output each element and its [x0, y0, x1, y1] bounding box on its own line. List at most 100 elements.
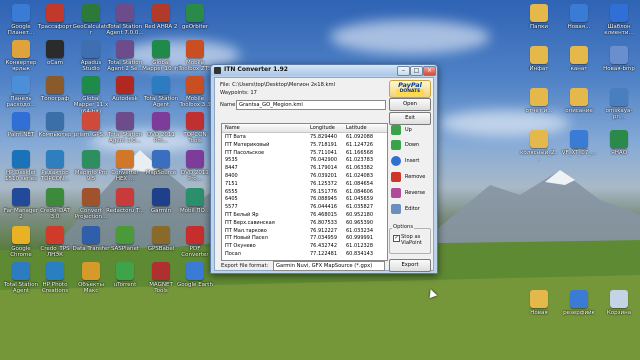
desktop-icon[interactable]: Новая-bmp	[600, 46, 638, 72]
desktop-icon[interactable]: Autodesk	[106, 76, 144, 102]
table-row[interactable]: Посал 77.122481 60.834143	[222, 250, 387, 258]
table-row[interactable]: 8400 76.039201 61.024083	[222, 172, 387, 180]
desktop-icon[interactable]: Mapinfo Pro 9.5	[72, 150, 110, 183]
desktop-icon[interactable]: Новая	[520, 290, 558, 316]
desktop-icon[interactable]: Data Transfer	[72, 226, 110, 252]
column-longitude-header[interactable]: Longitude	[310, 124, 335, 132]
down-button[interactable]: Down	[389, 139, 431, 152]
desktop-icon[interactable]: Redactoru T...	[106, 188, 144, 214]
editor-button[interactable]: Editor	[389, 203, 431, 216]
desktop-icon[interactable]: Редактор TOPCON...	[36, 150, 74, 183]
table-row[interactable]: ПТ Вата 75.829440 61.092088	[222, 133, 387, 141]
desktop-icon[interactable]: VF_XT_07_...	[560, 130, 598, 156]
desktop-icon[interactable]: Garmin	[142, 188, 180, 214]
desktop-icon[interactable]: Панель расходо...	[2, 76, 40, 109]
table-row[interactable]: 6405 76.088945 61.045659	[222, 195, 387, 203]
desktop-icon[interactable]: Convert Projection...	[72, 188, 110, 221]
export-format-select[interactable]: Garmin Nuvi, GFX MapSource (*.gpx)	[273, 261, 385, 271]
desktop-icon[interactable]: Total Station Agent 2 Se...	[106, 40, 144, 73]
desktop-icon[interactable]: ЯНАО	[600, 130, 638, 156]
desktop-icon[interactable]: описание	[560, 88, 598, 114]
maximize-button[interactable]: □	[410, 66, 423, 76]
desktop-icon[interactable]: Converter HEX ...	[106, 150, 144, 183]
column-name-header[interactable]: Name	[225, 124, 240, 132]
name-input[interactable]: Grantsa_GO_Megion.kml	[236, 100, 386, 110]
desktop-icon[interactable]: Mobile Toolbox ZTS	[176, 40, 214, 73]
desktop-icon[interactable]: oCam	[36, 40, 74, 66]
paypal-donate-button[interactable]: PayPal DONATE	[389, 80, 431, 98]
stop-as-via-checkbox[interactable]: ✓	[393, 235, 400, 242]
close-button[interactable]: ×	[423, 66, 436, 76]
desktop-icon[interactable]: Google Планет...	[2, 4, 40, 37]
desktop-icon[interactable]: HP DeskJet 1510 series	[2, 150, 40, 183]
table-row[interactable]: ПТ Пасольское 75.711041 61.166568	[222, 149, 387, 157]
desktop-icon[interactable]: GPSBabel	[142, 226, 180, 252]
desktop-icon[interactable]: Red AHRA 2	[142, 4, 180, 30]
desktop-icon[interactable]: DVD 2011 Pm...	[142, 112, 180, 145]
desktop-icon[interactable]: GeoCalculator	[72, 4, 110, 37]
remove-button[interactable]: Remove	[389, 171, 431, 184]
desktop-icon[interactable]: Total Station Agent	[2, 262, 40, 295]
table-row[interactable]: ПТ Новый Пасел 77.034959 60.999991	[222, 234, 387, 242]
desktop-icon[interactable]: Шаблон клиенти...	[600, 4, 638, 37]
desktop-icon[interactable]: Объекты Макс	[72, 262, 110, 295]
desktop-icon[interactable]: HP Photo Creations	[36, 262, 74, 295]
open-button[interactable]: Open	[389, 98, 431, 111]
title-bar[interactable]: ITN Converter 1.92 – □ ×	[211, 65, 437, 76]
table-row[interactable]: ПТ Мал.тарково 76.912227 61.033234	[222, 227, 387, 235]
table-row[interactable]: 9535 76.042900 61.023783	[222, 156, 387, 164]
desktop-icon[interactable]: omskaya-pn...	[600, 88, 638, 121]
table-row[interactable]: 5577 76.044416 61.035827	[222, 203, 387, 211]
desktop-icon[interactable]: Компьютер	[36, 112, 74, 138]
desktop-icon[interactable]: Инфат	[520, 46, 558, 72]
desktop-icon[interactable]: Credo_TPS ЛНЭК	[36, 226, 74, 259]
desktop-icon[interactable]: SASPlanet	[106, 226, 144, 252]
desktop-icon[interactable]: резерфийк	[560, 290, 598, 316]
waypoint-list[interactable]: Name Longitude Latitude ПТ Вата 75.829440…	[221, 123, 388, 261]
desktop-icon[interactable]: Трассафорт	[36, 4, 74, 30]
desktop-icon[interactable]: uTorrent	[106, 262, 144, 288]
table-row[interactable]: 8447 76.179014 61.063382	[222, 164, 387, 172]
desktop-icon[interactable]: Paint.NET	[2, 112, 40, 138]
desktop-icon[interactable]: Google Earth	[176, 262, 214, 288]
desktop-icon[interactable]: PDF Converter	[176, 226, 214, 259]
desktop-icon[interactable]: Google Chrome	[2, 226, 40, 259]
desktop-icon[interactable]: Credo_DAT 3.0	[36, 188, 74, 221]
table-row[interactable]: 7151 76.125372 61.084654	[222, 180, 387, 188]
desktop-icon[interactable]: Конвертер ярлык	[2, 40, 40, 73]
desktop-icon[interactable]: Global Mapper 11.x (64-bit)	[72, 76, 110, 115]
desktop-icon[interactable]: Корзина	[600, 290, 638, 316]
desktop-icon[interactable]: канат	[560, 46, 598, 72]
desktop-icon[interactable]: MapSource	[142, 150, 180, 176]
desktop-icon[interactable]: Apadus Studio	[72, 40, 110, 73]
desktop-icon[interactable]: Топограф	[36, 76, 74, 102]
desktop-icon[interactable]: prism_GPS...	[72, 112, 110, 138]
column-latitude-header[interactable]: Latitude	[346, 124, 367, 132]
table-row[interactable]: ПТ Верх.савинская 76.807533 60.965390	[222, 219, 387, 227]
export-button[interactable]: Export	[389, 259, 431, 272]
waypoint-latitude: 60.999991	[346, 235, 374, 242]
desktop-icon[interactable]: Global Mapper 10.ini	[142, 40, 180, 73]
desktop-icon[interactable]: Total Station Agent 3.0...	[106, 112, 144, 145]
desktop-icon[interactable]: MAGNET Tools	[142, 262, 180, 295]
table-row[interactable]: 6555 76.151776 61.084606	[222, 188, 387, 196]
table-row[interactable]: ПТ Окунево 76.432742 61.012328	[222, 242, 387, 250]
desktop-icon[interactable]: колясный_2...	[520, 130, 558, 163]
desktop-icon[interactable]: DVD 2011 Pro...	[176, 150, 214, 183]
desktop-icon[interactable]: Новая...	[560, 4, 598, 30]
desktop-icon[interactable]: Mobil ПО...	[176, 188, 214, 214]
desktop-icon[interactable]: Total Station Agent 7.0.0...	[106, 4, 144, 37]
desktop-icon[interactable]: Папки	[520, 4, 558, 30]
up-button[interactable]: Up	[389, 124, 431, 137]
desktop-icon[interactable]: Mobile Toolbox 3.3	[176, 76, 214, 109]
insert-button[interactable]: Insert	[389, 155, 431, 168]
desktop-icon[interactable]: TOPCON Tools	[176, 112, 214, 145]
desktop-icon[interactable]: Total Station Agent	[142, 76, 180, 109]
desktop-icon[interactable]: geOrbiter	[176, 4, 214, 30]
minimize-button[interactable]: –	[397, 66, 410, 76]
desktop-icon[interactable]: отчет и...	[520, 88, 558, 114]
desktop-icon[interactable]: Far Manager 2	[2, 188, 40, 221]
reverse-button[interactable]: Reverse	[389, 187, 431, 200]
table-row[interactable]: ПТ Белый Яр 76.468015 60.952180	[222, 211, 387, 219]
table-row[interactable]: ПТ Материковый 75.718191 61.124726	[222, 141, 387, 149]
